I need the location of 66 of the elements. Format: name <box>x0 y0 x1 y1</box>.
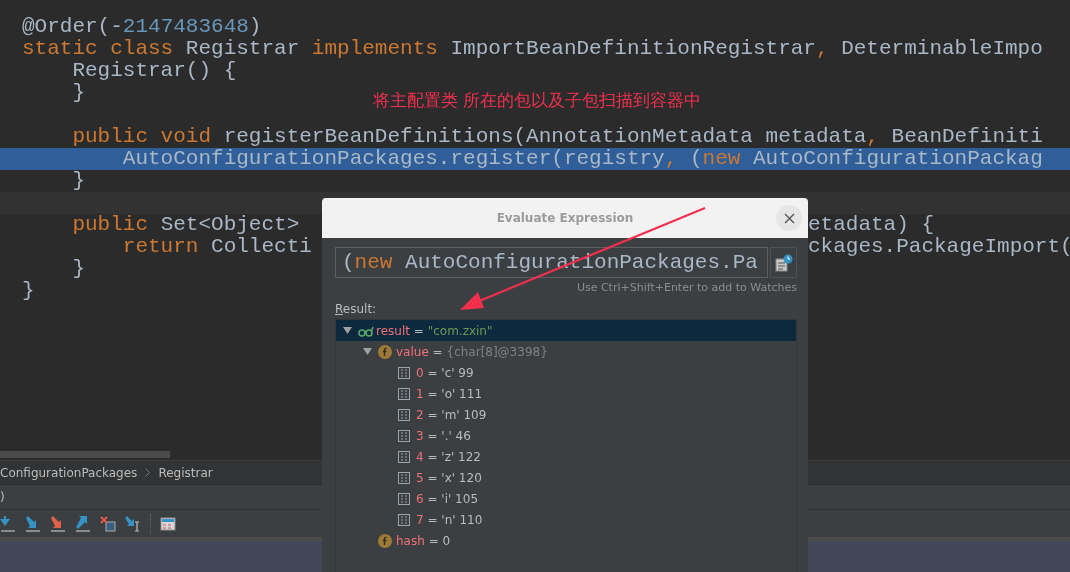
array-element-icon <box>398 513 410 526</box>
array-element-icon <box>398 471 410 484</box>
code-line: return Collecti <box>121 236 312 258</box>
tree-row[interactable]: 3 = '.' 46 <box>336 425 796 446</box>
expanded-arrow-icon[interactable] <box>363 347 372 356</box>
tree-row[interactable]: hash = 0 <box>336 530 796 551</box>
code-line: etadata) { <box>808 214 935 236</box>
code-line: static class Registrar implements ImportBeanDefinitionRegistrar, DeterminableImpo <box>22 38 1043 60</box>
status-text: ) <box>0 490 5 504</box>
arrow-cursor-icon[interactable] <box>125 515 141 532</box>
code-line: } <box>71 258 85 280</box>
tree-node-label: value = {char[8]@3398} <box>396 344 548 359</box>
hint-text: Use Ctrl+Shift+Enter to add to Watches <box>576 281 797 294</box>
dialog-title: Evaluate Expression <box>496 211 634 225</box>
tree-node-label: 4 = 'z' 122 <box>416 449 481 464</box>
tree-node-label: result = "com.zxin" <box>376 323 493 338</box>
tree-row[interactable]: 6 = 'i' 105 <box>336 488 796 509</box>
tree-row[interactable]: 1 = 'o' 111 <box>336 383 796 404</box>
array-element-icon <box>398 450 410 463</box>
array-element-icon <box>398 387 410 400</box>
cross-window-icon[interactable] <box>100 515 116 532</box>
scrollbar-thumb[interactable] <box>0 450 170 458</box>
tree-row[interactable]: 0 = 'c' 99 <box>336 362 796 383</box>
arrow-up-right-icon[interactable] <box>75 515 91 532</box>
tree-node-label: hash = 0 <box>396 533 451 548</box>
code-line: } <box>22 280 35 302</box>
tree-row[interactable]: value = {char[8]@3398} <box>336 341 796 362</box>
field-icon <box>378 344 392 359</box>
array-element-icon <box>398 429 410 442</box>
glasses-icon <box>358 324 374 337</box>
tree-node-label: 7 = 'n' 110 <box>416 512 483 527</box>
code-line: } <box>71 82 85 104</box>
breadcrumb-item[interactable]: ConfigurationPackages <box>0 465 138 480</box>
tree-row[interactable]: 2 = 'm' 109 <box>336 404 796 425</box>
tree-row[interactable]: result = "com.zxin" <box>336 320 796 341</box>
tree-node-label: 5 = 'x' 120 <box>416 470 482 485</box>
arrow-down-icon[interactable] <box>0 515 16 532</box>
arrow-down-right-icon[interactable] <box>25 515 41 532</box>
array-element-icon <box>398 408 410 421</box>
array-element-icon <box>398 366 410 379</box>
tree-node-label: 1 = 'o' 111 <box>416 386 483 401</box>
tree-row[interactable]: 5 = 'x' 120 <box>336 467 796 488</box>
code-line: Registrar() { <box>71 60 237 82</box>
tree-node-label: 2 = 'm' 109 <box>416 407 487 422</box>
history-button[interactable] <box>770 247 797 278</box>
breadcrumb-item[interactable]: Registrar <box>158 465 213 480</box>
code-line: ckages.PackageImport( <box>808 236 1070 258</box>
tree-row[interactable]: 4 = 'z' 122 <box>336 446 796 467</box>
close-icon[interactable] <box>783 212 795 224</box>
document-clock-icon[interactable] <box>774 253 793 272</box>
tree-node-label: 0 = 'c' 99 <box>416 365 474 380</box>
chevron-right-icon <box>145 468 151 477</box>
code-line: public void registerBeanDefinitions(AnnotationMetadata metadata, BeanDefiniti <box>71 126 1043 148</box>
code-line: @Order(-2147483648) <box>22 16 262 38</box>
array-element-icon <box>398 492 410 505</box>
table-icon[interactable] <box>160 515 176 532</box>
result-label: Result: <box>335 302 377 316</box>
code-line: } <box>71 170 85 192</box>
expanded-arrow-icon[interactable] <box>343 326 352 335</box>
tree-node-label: 6 = 'i' 105 <box>416 491 478 506</box>
arrow-down-right-icon[interactable] <box>50 515 66 532</box>
close-button[interactable] <box>776 205 802 231</box>
code-line: public Set<Object> <box>71 214 301 236</box>
annotation-text: 将主配置类 所在的包以及子包扫描到容器中 <box>373 90 702 112</box>
tree-node-label: 3 = '.' 46 <box>416 428 471 443</box>
field-icon <box>378 533 392 548</box>
